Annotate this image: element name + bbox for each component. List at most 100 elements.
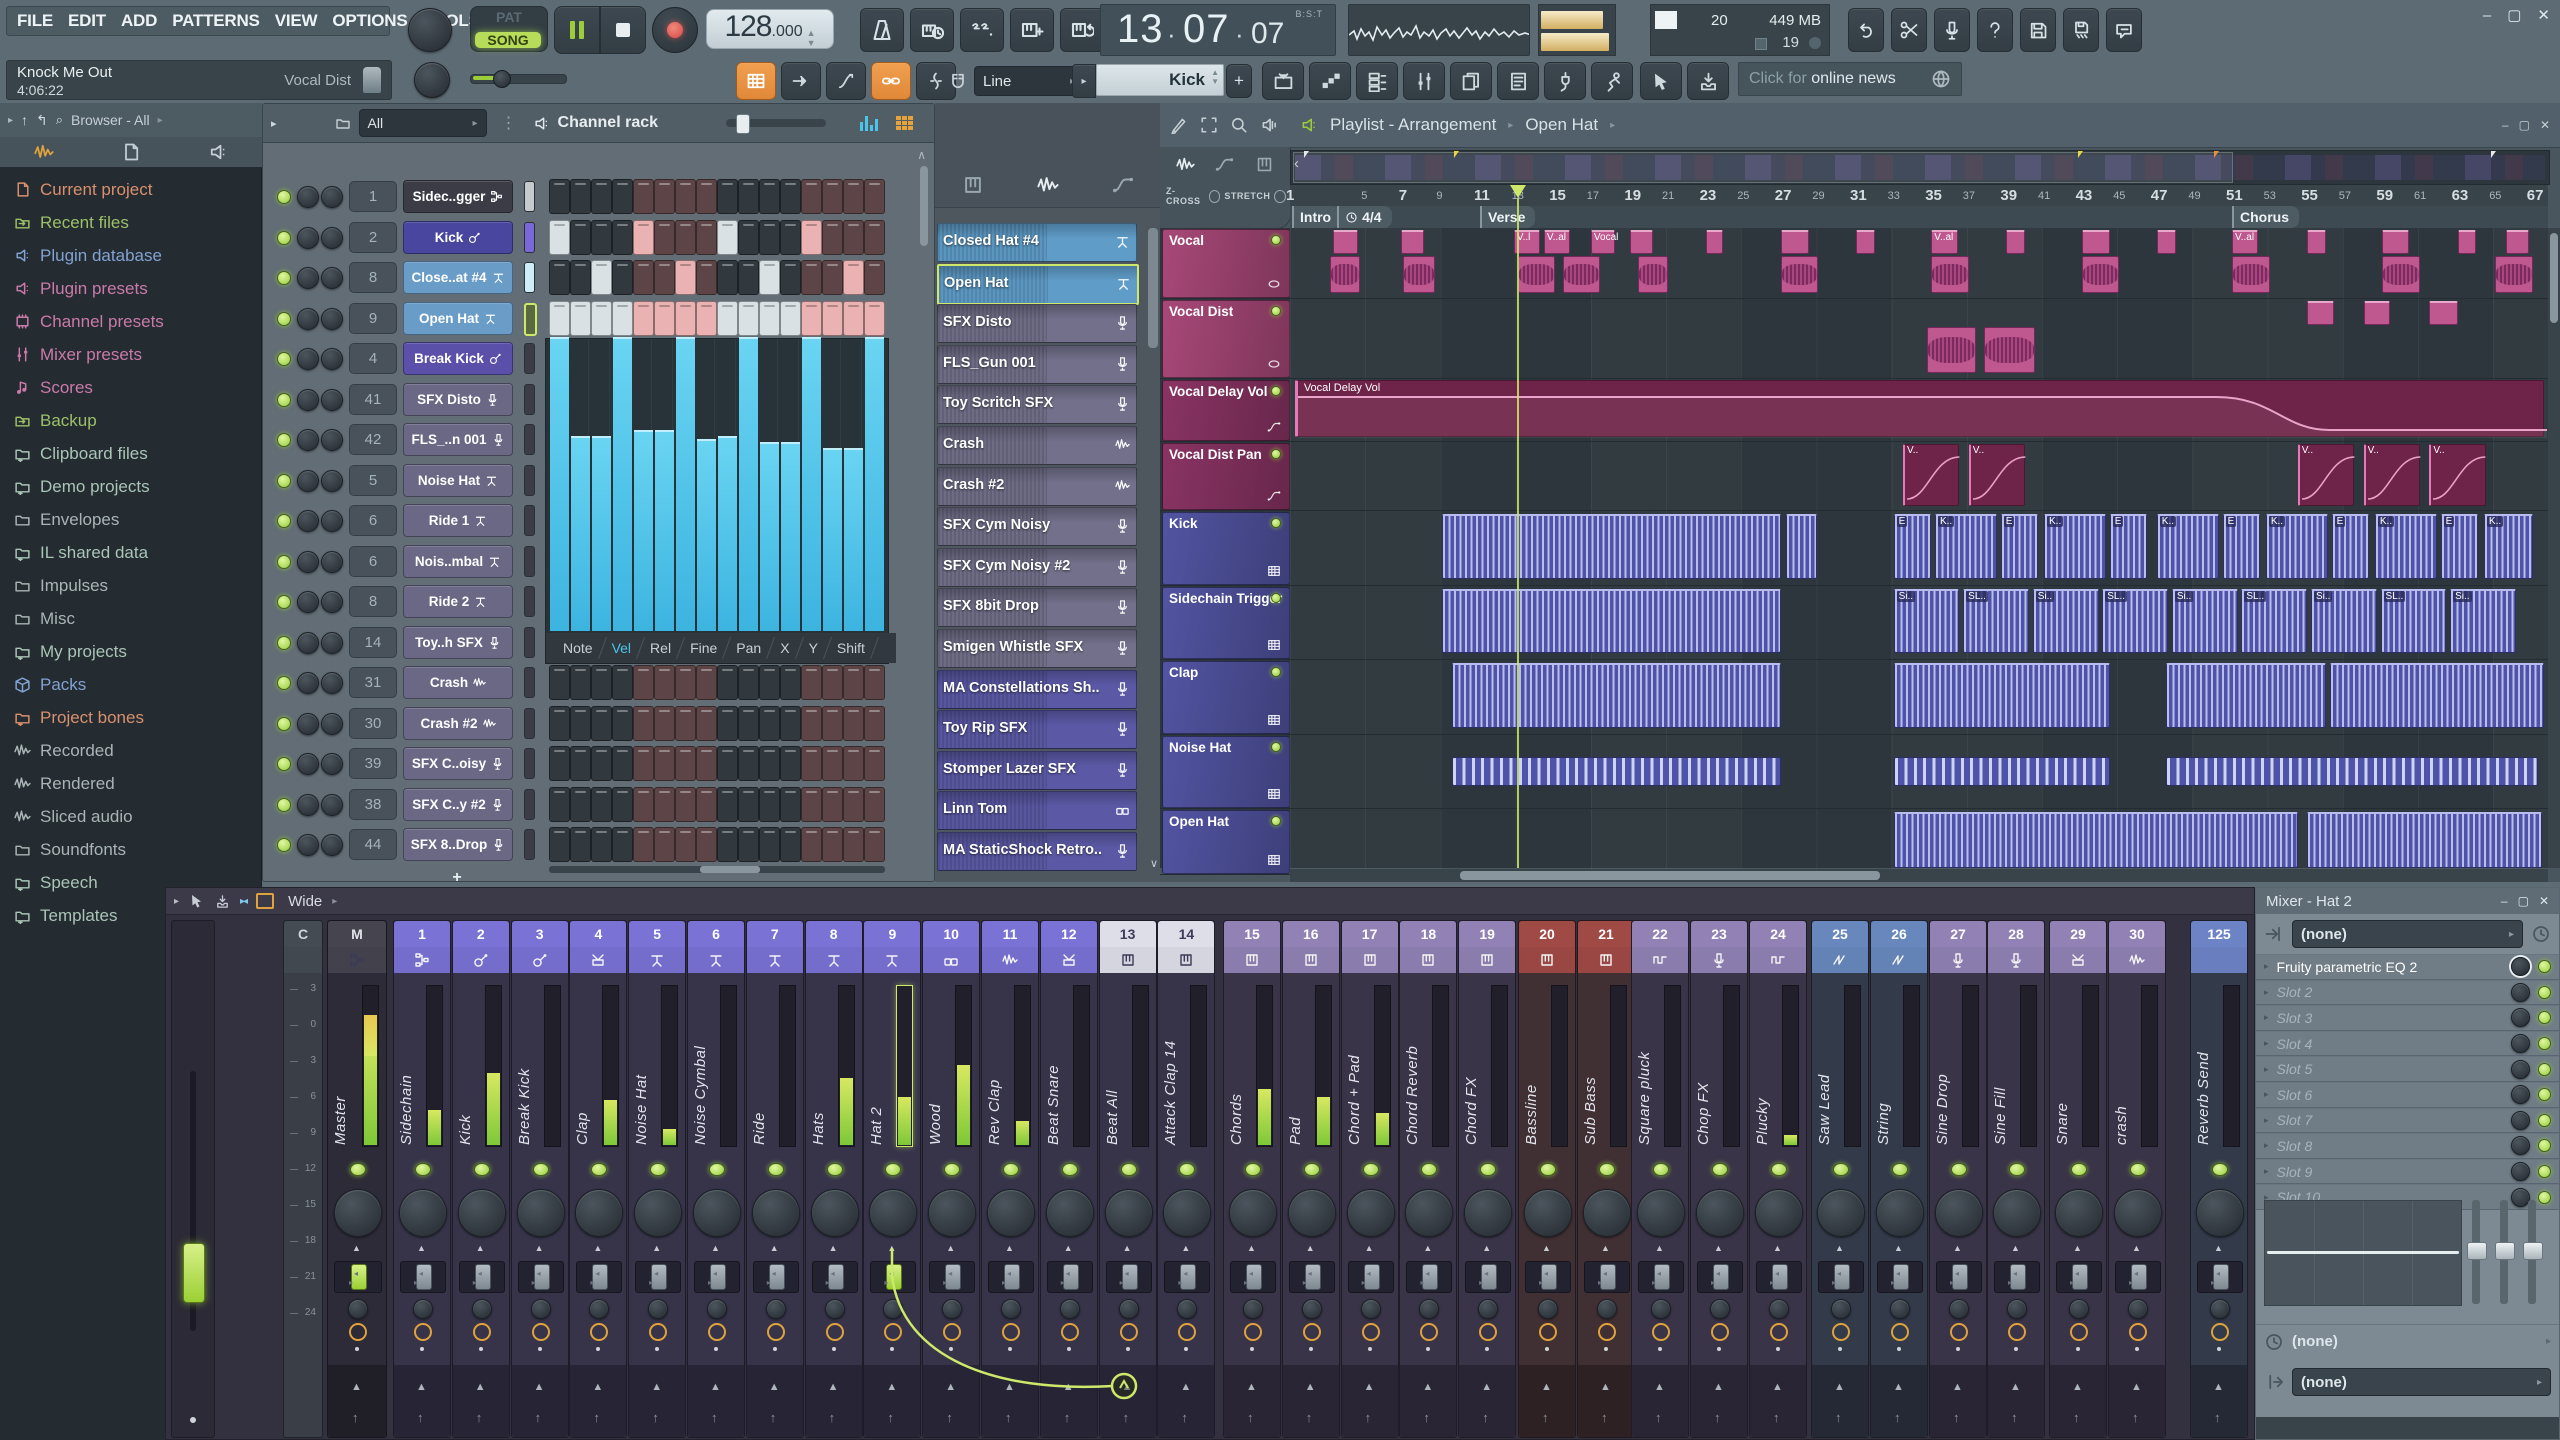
browser-tab-plugins[interactable] [208, 142, 228, 162]
step-cell[interactable] [654, 179, 675, 214]
strip-pan-knob[interactable] [869, 1189, 918, 1237]
slot-mix-knob[interactable] [2511, 982, 2530, 1002]
pattern-clip[interactable]: E [2000, 514, 2039, 579]
graph-tab-shift[interactable]: Shift [828, 640, 874, 656]
step-cell[interactable] [801, 260, 822, 295]
strip-stereo-knob[interactable] [1769, 1299, 1789, 1319]
strip-send-arrow-icon[interactable]: ↑ [417, 1410, 424, 1425]
velocity-bar[interactable] [760, 442, 779, 631]
channel-number-button[interactable]: 4 [349, 343, 397, 374]
strip-number[interactable]: 3 [511, 921, 568, 947]
step-cell[interactable] [843, 786, 864, 822]
rack-add-channel-button[interactable]: + [403, 869, 511, 882]
channel-name-button[interactable]: SFX 8..Drop [403, 828, 513, 861]
strip-send-arrow-icon[interactable]: ↑ [1181, 1410, 1188, 1425]
channel-pan-knob[interactable] [297, 793, 319, 816]
strip-pan-knob[interactable] [2055, 1189, 2103, 1237]
pattern-spinner[interactable]: ▲ ▼ [1211, 68, 1219, 86]
fx-slot-5[interactable]: ▸ Slot 5 [2256, 1056, 2559, 1082]
strip-pan-knob[interactable] [1524, 1189, 1572, 1237]
channel-enable-led[interactable] [277, 230, 291, 245]
track-header-sidechain-trigger[interactable]: Sidechain Trigger [1162, 587, 1290, 659]
news-bar[interactable]: Click for online news [1738, 62, 1962, 96]
step-cell[interactable] [717, 665, 738, 700]
channel-volume-knob[interactable] [321, 753, 343, 775]
rack-hscrollbar[interactable] [549, 866, 885, 873]
channel-volume-knob[interactable] [321, 631, 343, 654]
marker-chorus[interactable]: Chorus [2232, 206, 2299, 228]
playlist-title[interactable]: Playlist - Arrangement [1330, 115, 1496, 135]
step-cell[interactable] [654, 746, 675, 781]
strip-mute-led[interactable] [1303, 1163, 1320, 1176]
strip-fader[interactable]: ◂ ▸ [988, 1261, 1034, 1293]
playlist-minimize[interactable]: – [2502, 118, 2509, 132]
graph-tab-fine[interactable]: Fine [681, 640, 726, 656]
strip-fader[interactable]: ◂ ▸ [334, 1261, 382, 1293]
strip-pan-knob[interactable] [987, 1189, 1035, 1237]
mixer-strip-chord-pad[interactable]: 17 Chord + Pad ▲ ◂ ▸ ▲ ↑ [1340, 920, 1399, 1438]
step-cell[interactable] [780, 260, 801, 295]
step-cell[interactable] [717, 827, 738, 862]
channel-mute-strip[interactable] [524, 221, 535, 253]
touch-button[interactable] [1640, 62, 1682, 100]
step-cell[interactable] [864, 827, 885, 862]
channel-number-button[interactable]: 8 [349, 586, 397, 617]
channel-name-button[interactable]: Noise Hat [403, 463, 513, 497]
mixer-strip-hat-2[interactable]: 9 Hat 2 ▲ ◂ ▸ ▲ ↑ [863, 920, 922, 1438]
strip-fader[interactable]: ◂ ▸ [1638, 1261, 1684, 1293]
step-cell[interactable] [654, 300, 675, 336]
strip-mute-led[interactable] [1061, 1163, 1078, 1176]
track-header-kick[interactable]: Kick [1162, 512, 1290, 585]
strip-number[interactable]: 125 [2191, 921, 2247, 947]
slot-arrow-icon[interactable]: ▸ [2264, 1115, 2269, 1126]
channel-mute-strip[interactable] [524, 707, 535, 739]
velocity-bar[interactable] [739, 337, 758, 631]
track-header-vocal[interactable]: Vocal [1162, 229, 1290, 298]
strip-fx-circle[interactable] [1178, 1323, 1197, 1341]
strip-stereo-knob[interactable] [1360, 1299, 1381, 1319]
fx-slot-1[interactable]: ▸ Fruity parametric EQ 2 [2256, 954, 2559, 980]
strip-pan-knob[interactable] [575, 1189, 624, 1237]
strip-stereo-knob[interactable] [1831, 1299, 1851, 1319]
strip-number[interactable]: 15 [1224, 921, 1280, 947]
channel-mute-strip[interactable] [524, 748, 535, 779]
undo-button[interactable] [1848, 8, 1884, 52]
strip-mute-led[interactable] [415, 1163, 431, 1176]
strip-route-arrow-icon[interactable]: ▲ [1893, 1381, 1904, 1393]
channel-name-button[interactable]: SFX C..y #2 [403, 787, 513, 821]
audio-clip[interactable] [2457, 230, 2477, 254]
strip-arrow-up-icon[interactable]: ▲ [1835, 1243, 1844, 1253]
playlist-minimap[interactable] [1290, 150, 2550, 185]
strip-number[interactable]: 11 [982, 921, 1038, 947]
strip-number[interactable]: 13 [1099, 921, 1156, 947]
browser-item-packs[interactable]: Packs [0, 668, 262, 701]
step-cell[interactable] [549, 827, 570, 862]
step-cell[interactable] [654, 219, 675, 255]
strip-route-arrow-icon[interactable]: ▲ [651, 1381, 662, 1393]
audio-wave-clip[interactable] [1637, 256, 1668, 293]
audio-wave-clip[interactable] [1780, 256, 1819, 293]
channel-name-button[interactable]: Open Hat [403, 301, 513, 335]
audio-clip[interactable] [1630, 230, 1653, 254]
strip-arrow-up-icon[interactable]: ▲ [2073, 1243, 2082, 1253]
pattern-clip[interactable]: E [1893, 514, 1932, 579]
audio-wave-clip[interactable] [1983, 327, 2035, 373]
strip-route-arrow-icon[interactable]: ▲ [534, 1381, 545, 1393]
slot-mix-knob[interactable] [2511, 1034, 2530, 1054]
graph-tab-vel[interactable]: Vel [603, 640, 640, 656]
mixer-strip-snare[interactable]: 29 Snare ▲ ◂ ▸ ▲ ↑ [2049, 920, 2107, 1438]
strip-stereo-knob[interactable] [1419, 1299, 1440, 1319]
mixer-hand-icon[interactable] [189, 893, 205, 909]
strip-arrow-up-icon[interactable]: ▲ [1306, 1243, 1315, 1253]
audio-clip[interactable] [1780, 230, 1809, 254]
channel-pan-knob[interactable] [297, 186, 319, 208]
strip-fader[interactable]: ◂ ▸ [1046, 1261, 1093, 1293]
step-cell[interactable] [780, 179, 801, 214]
playlist-vscroll-thumb[interactable] [2550, 233, 2558, 323]
strip-stereo-knob[interactable] [1478, 1299, 1499, 1319]
strip-number[interactable]: 22 [1632, 921, 1688, 947]
step-cell[interactable] [864, 746, 885, 781]
fx-slot-2[interactable]: ▸ Slot 2 [2256, 979, 2559, 1006]
slot-arrow-icon[interactable]: ▸ [2264, 1012, 2269, 1023]
strip-route-arrow-icon[interactable]: ▲ [1541, 1381, 1552, 1393]
